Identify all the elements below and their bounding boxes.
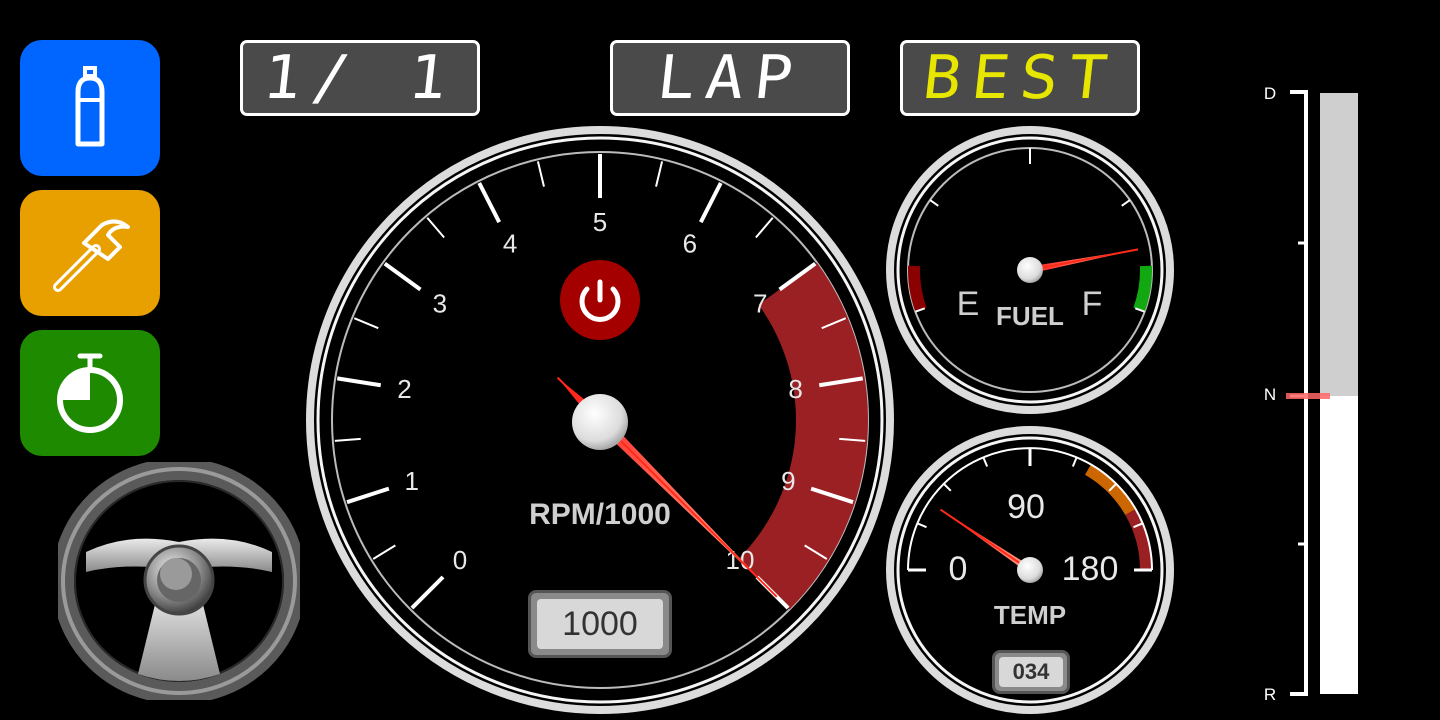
temp-tick-90: 90 [1007,488,1045,526]
gear-label-d: D [1264,84,1276,103]
temp-label: TEMP [994,600,1066,630]
gear-indicator [1286,393,1330,399]
tach-tick-label: 3 [433,289,447,319]
tach-tick-label: 4 [503,229,517,259]
tach-tick-label: 9 [781,466,795,496]
tach-tick-label: 2 [397,374,411,404]
temp-hub [1017,557,1043,583]
tach-tick-label: 1 [404,466,418,496]
gear-selector[interactable]: D N R [1264,84,1358,704]
gear-label-n: N [1264,385,1276,404]
tach-hub [572,394,628,450]
fuel-hub [1017,257,1043,283]
tach-tick-label: 5 [593,207,607,237]
tach-tick-label: 8 [788,374,802,404]
gear-bar-lower [1320,396,1358,694]
temp-readout-value: 034 [1012,659,1050,684]
gear-label-r: R [1264,685,1276,704]
fuel-full-label: F [1082,285,1103,323]
tach-tick-label: 0 [453,545,467,575]
power-button[interactable] [560,260,640,340]
fuel-label: FUEL [996,301,1064,331]
fuel-gauge: E F FUEL [886,126,1174,414]
temp-tick-180: 180 [1062,550,1119,588]
tach-label: RPM/1000 [529,498,671,531]
gear-bar-upper [1320,93,1358,396]
temp-tick-0: 0 [949,550,968,588]
fuel-empty-label: E [957,285,980,323]
tach-odometer-value: 1000 [562,604,638,643]
tach-tick-label: 6 [683,229,697,259]
temp-readout: 034 [992,650,1070,694]
tach-odometer: 1000 [528,590,672,658]
tach-tick-label: 7 [753,289,767,319]
